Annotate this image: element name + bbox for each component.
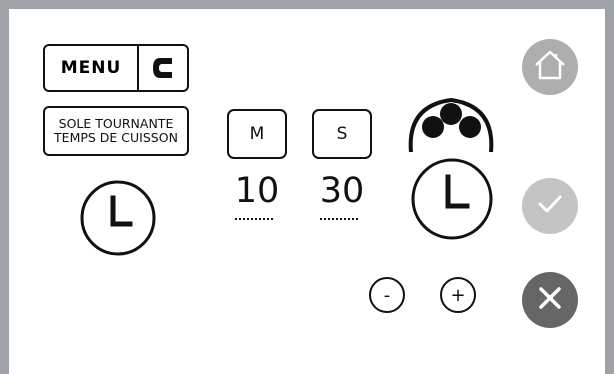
seconds-value: 30 <box>319 171 365 211</box>
seconds-label: S <box>336 124 348 144</box>
menu-label: MENU <box>45 46 139 90</box>
menu-button[interactable]: MENU <box>43 44 189 92</box>
fan-dots-icon <box>403 94 499 160</box>
program-line-2: TEMPS DE CUISSON <box>54 130 178 145</box>
check-icon <box>535 189 565 223</box>
program-line-1: SOLE TOURNANTE <box>58 116 174 131</box>
cancel-button[interactable] <box>522 272 578 328</box>
minutes-underline <box>235 218 273 220</box>
seconds-underline <box>320 218 358 220</box>
control-panel-screen: MENU SOLE TOURNANTE TEMPS DE CUISSON M S… <box>9 9 605 374</box>
home-icon <box>533 48 567 86</box>
plus-label: + <box>450 284 466 306</box>
program-label: SOLE TOURNANTE TEMPS DE CUISSON <box>43 106 189 156</box>
clock-icon <box>78 178 158 262</box>
confirm-button[interactable] <box>522 178 578 234</box>
minutes-label: M <box>249 124 265 144</box>
minus-label: - <box>383 284 391 306</box>
seconds-button[interactable]: S <box>312 109 372 159</box>
home-button[interactable] <box>522 39 578 95</box>
c-logo-icon <box>139 46 187 90</box>
minus-button[interactable]: - <box>369 277 405 313</box>
clock-icon-right <box>409 156 495 246</box>
minutes-value: 10 <box>234 171 280 211</box>
minutes-button[interactable]: M <box>227 109 287 159</box>
plus-button[interactable]: + <box>440 277 476 313</box>
close-icon <box>535 283 565 317</box>
